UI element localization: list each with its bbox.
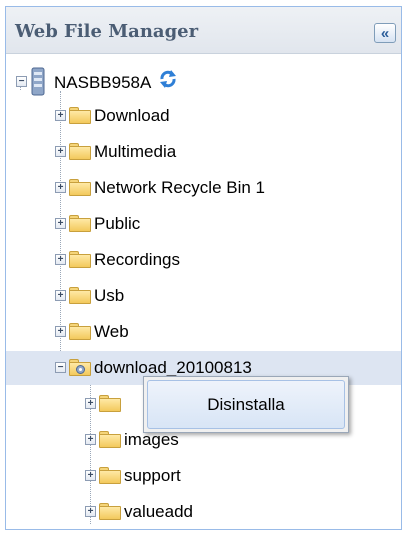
collapse-icon[interactable]: − bbox=[55, 362, 66, 373]
tree-folder-item[interactable]: + Recordings bbox=[6, 243, 401, 277]
folder-label: Multimedia bbox=[94, 142, 177, 161]
tree-folder-item[interactable]: + Multimedia bbox=[6, 135, 401, 169]
file-manager-panel: Web File Manager « − NASBB958A + Downloa… bbox=[5, 6, 402, 530]
expand-icon[interactable]: + bbox=[55, 182, 66, 193]
context-menu: Disinstalla bbox=[143, 376, 349, 433]
tree-folder-item[interactable]: + Download bbox=[6, 99, 401, 133]
double-chevron-left-icon: « bbox=[380, 24, 390, 42]
expand-icon[interactable]: + bbox=[55, 110, 66, 121]
folder-icon bbox=[69, 179, 91, 196]
folder-icon bbox=[69, 251, 91, 268]
folder-label: images bbox=[124, 430, 179, 449]
expand-icon[interactable]: + bbox=[55, 146, 66, 157]
collapse-button[interactable]: « bbox=[374, 23, 396, 43]
tree-folder-item[interactable]: + Usb bbox=[6, 279, 401, 313]
folder-icon bbox=[99, 395, 121, 412]
collapse-icon[interactable]: − bbox=[16, 76, 27, 87]
folder-icon bbox=[99, 467, 121, 484]
folder-icon bbox=[69, 287, 91, 304]
tree-subfolder-item[interactable]: + valueadd bbox=[6, 495, 401, 529]
folder-icon bbox=[69, 215, 91, 232]
tree-root-node[interactable]: − NASBB958A bbox=[6, 65, 401, 99]
root-label: NASBB958A bbox=[54, 73, 152, 92]
panel-title: Web File Manager bbox=[15, 21, 199, 42]
tree-folder-item[interactable]: + Web bbox=[6, 315, 401, 349]
tree-subfolder-item[interactable]: + support bbox=[6, 459, 401, 493]
folder-label: Download bbox=[94, 106, 170, 125]
context-menu-item-disinstalla[interactable]: Disinstalla bbox=[147, 380, 345, 429]
folder-label: support bbox=[124, 466, 181, 485]
expand-icon[interactable]: + bbox=[85, 470, 96, 481]
tree-folder-item[interactable]: + Public bbox=[6, 207, 401, 241]
expand-icon[interactable]: + bbox=[55, 218, 66, 229]
folder-tree: − NASBB958A + Download + Multimedia + Ne… bbox=[6, 53, 401, 529]
folder-icon bbox=[69, 323, 91, 340]
folder-label: download_20100813 bbox=[94, 358, 252, 377]
folder-label: Recordings bbox=[94, 250, 180, 269]
folder-icon bbox=[99, 431, 121, 448]
expand-icon[interactable]: + bbox=[85, 434, 96, 445]
folder-label: Network Recycle Bin 1 bbox=[94, 178, 266, 197]
folder-icon bbox=[69, 107, 91, 124]
folder-icon bbox=[69, 143, 91, 160]
expand-icon[interactable]: + bbox=[55, 326, 66, 337]
expand-icon[interactable]: + bbox=[85, 506, 96, 517]
expand-icon[interactable]: + bbox=[85, 398, 96, 409]
refresh-icon[interactable] bbox=[158, 69, 178, 89]
folder-label: Public bbox=[94, 214, 141, 233]
folder-label: Usb bbox=[94, 286, 125, 305]
expand-icon[interactable]: + bbox=[55, 254, 66, 265]
panel-header: Web File Manager « bbox=[6, 7, 401, 54]
tree-folder-item[interactable]: + Network Recycle Bin 1 bbox=[6, 171, 401, 205]
server-icon bbox=[31, 67, 45, 96]
share-folder-icon bbox=[69, 359, 91, 376]
folder-label: valueadd bbox=[124, 502, 194, 521]
folder-label: Web bbox=[94, 322, 129, 341]
folder-icon bbox=[99, 503, 121, 520]
expand-icon[interactable]: + bbox=[55, 290, 66, 301]
